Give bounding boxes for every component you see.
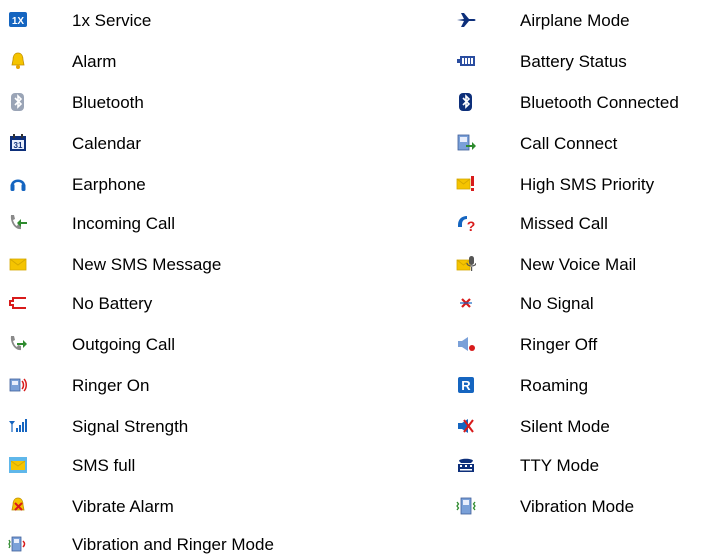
sms-full-icon: [8, 455, 28, 475]
legend-item: Airplane Mode: [450, 5, 720, 35]
battery-status-icon: [456, 51, 476, 71]
legend-item: TTY Mode: [450, 450, 720, 480]
legend-label: Missed Call: [520, 214, 608, 233]
1x-service-icon: 1X: [8, 10, 28, 30]
ringer-on-icon: [8, 375, 28, 395]
legend-item: 1X 1x Service: [0, 5, 450, 35]
legend-item: Bluetooth: [0, 87, 450, 117]
legend-label: Calendar: [72, 134, 141, 153]
legend-item: Alarm: [0, 46, 450, 76]
svg-text:R: R: [461, 378, 471, 393]
outgoing-call-icon: [8, 334, 28, 354]
legend-item: No Signal: [450, 288, 720, 318]
legend-item: Ringer Off: [450, 329, 720, 359]
legend-label: 1x Service: [72, 11, 152, 30]
legend-label: Vibrate Alarm: [72, 497, 174, 516]
svg-text:?: ?: [467, 218, 476, 233]
legend-label: Earphone: [72, 175, 146, 194]
legend-label: Bluetooth: [72, 93, 144, 112]
legend-item: Outgoing Call: [0, 329, 450, 359]
no-signal-icon: [456, 293, 476, 313]
legend-label: Incoming Call: [72, 214, 175, 233]
missed-call-icon: ?: [456, 213, 476, 233]
legend-item: Vibrate Alarm: [0, 491, 450, 521]
legend-label: Silent Mode: [520, 417, 610, 436]
legend-item: 31 Calendar: [0, 128, 450, 158]
status-icon-legend: 1X 1x Service Alarm Bluetooth 31 Calenda…: [0, 0, 720, 557]
legend-label: New SMS Message: [72, 255, 222, 274]
silent-mode-icon: [456, 416, 476, 436]
incoming-call-icon: [8, 213, 28, 233]
roaming-icon: R: [456, 375, 476, 395]
legend-item: Signal Strength: [0, 411, 450, 441]
legend-label: No Signal: [520, 294, 594, 313]
legend-label: Ringer On: [72, 376, 150, 395]
legend-item: New Voice Mail: [450, 249, 720, 279]
legend-item: No Battery: [0, 288, 450, 318]
legend-item: Vibration Mode: [450, 491, 720, 521]
legend-item: High SMS Priority: [450, 169, 720, 199]
legend-label: Vibration and Ringer Mode: [72, 535, 274, 554]
legend-item: Ringer On: [0, 370, 450, 400]
legend-item: Incoming Call: [0, 208, 450, 238]
vibration-ringer-icon: [8, 534, 28, 554]
high-sms-priority-icon: [456, 174, 476, 194]
legend-item: R Roaming: [450, 370, 720, 400]
calendar-icon: 31: [8, 133, 28, 153]
legend-label: Signal Strength: [72, 417, 189, 436]
bluetooth-connected-icon: [456, 92, 476, 112]
airplane-icon: [456, 10, 476, 30]
legend-label: Airplane Mode: [520, 11, 630, 30]
ringer-off-icon: [456, 334, 476, 354]
signal-strength-icon: [8, 416, 28, 436]
legend-label: Bluetooth Connected: [520, 93, 679, 112]
voice-mail-icon: [456, 254, 476, 274]
legend-label: Vibration Mode: [520, 497, 635, 516]
legend-item: ? Missed Call: [450, 208, 720, 238]
legend-label: Battery Status: [520, 52, 627, 71]
legend-label: Outgoing Call: [72, 335, 176, 354]
bluetooth-icon: [8, 92, 28, 112]
legend-label: Roaming: [520, 376, 589, 395]
vibration-mode-icon: [456, 496, 476, 516]
call-connect-icon: [456, 133, 476, 153]
legend-item: Vibration and Ringer Mode: [0, 529, 450, 559]
alarm-bell-icon: [8, 51, 28, 71]
legend-label: TTY Mode: [520, 456, 600, 475]
earphone-icon: [8, 174, 28, 194]
empty-battery-icon: [8, 293, 28, 313]
vibrate-alarm-icon: [8, 496, 28, 516]
tty-mode-icon: [456, 455, 476, 475]
legend-label: New Voice Mail: [520, 255, 637, 274]
svg-text:1X: 1X: [12, 16, 25, 27]
legend-item: Bluetooth Connected: [450, 87, 720, 117]
legend-item: New SMS Message: [0, 249, 450, 279]
legend-item: Silent Mode: [450, 411, 720, 441]
legend-label: No Battery: [72, 294, 153, 313]
legend-item: Battery Status: [450, 46, 720, 76]
legend-label: Call Connect: [520, 134, 618, 153]
legend-item: Earphone: [0, 169, 450, 199]
legend-label: Ringer Off: [520, 335, 598, 354]
legend-label: Alarm: [72, 52, 117, 71]
legend-item: Call Connect: [450, 128, 720, 158]
legend-label: High SMS Priority: [520, 175, 655, 194]
legend-item: SMS full: [0, 450, 450, 480]
sms-envelope-icon: [8, 254, 28, 274]
legend-label: SMS full: [72, 456, 136, 475]
svg-text:31: 31: [14, 141, 23, 150]
